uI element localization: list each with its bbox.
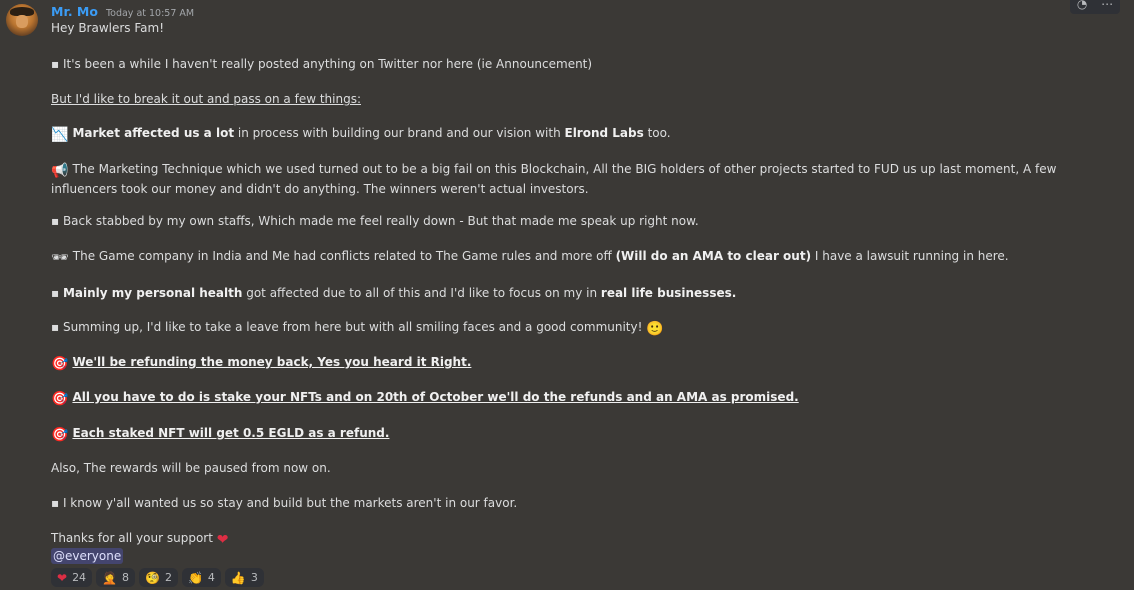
line-12: Also, The rewards will be paused from no…: [51, 461, 331, 475]
line-4-text: The Marketing Technique which we used tu…: [51, 162, 1057, 196]
line-7-text: got affected due to all of this and I'd …: [242, 286, 601, 300]
line-6: 🕶 The Game company in India and Me had co…: [51, 247, 1009, 267]
line-8-text: ▪ Summing up, I'd like to take a leave f…: [51, 320, 643, 334]
everyone-mention[interactable]: @everyone: [51, 548, 124, 564]
sunglasses-icon: 🕶: [51, 250, 69, 266]
reaction-count: 2: [164, 571, 172, 584]
message-header: Mr. Mo Today at 10:57 AM: [51, 4, 194, 20]
line-9-text: We'll be refunding the money back, Yes y…: [72, 355, 472, 369]
line-15: @everyone: [51, 547, 124, 565]
heart-icon: ❤: [216, 532, 229, 548]
reaction-heart[interactable]: ❤ 24: [51, 568, 93, 587]
reaction-facepalm[interactable]: 🤦 8: [96, 568, 136, 587]
line-6-end: I have a lawsuit running in here.: [811, 249, 1009, 263]
line-3-text: in process with building our brand and o…: [234, 126, 565, 140]
monocle-face-icon: 🧐: [145, 570, 160, 585]
line-3: 📉 Market affected us a lot in process wit…: [51, 124, 671, 144]
reaction-count: 3: [250, 571, 258, 584]
add-reaction-icon[interactable]: ◔: [1077, 0, 1087, 11]
smile-icon: 🙂: [646, 321, 664, 337]
line-6-bold: (Will do an AMA to clear out): [615, 249, 812, 263]
line-7-bold-2: real life businesses.: [600, 286, 737, 300]
line-1: ▪ It's been a while I haven't really pos…: [51, 57, 593, 71]
line-11-text: Each staked NFT will get 0.5 EGLD as a r…: [72, 426, 390, 440]
target-icon: 🎯: [51, 391, 69, 407]
reaction-count: 8: [122, 571, 130, 584]
target-icon: 🎯: [51, 356, 69, 372]
reaction-clap[interactable]: 👏 4: [181, 568, 221, 587]
greeting: Hey Brawlers Fam!: [51, 21, 165, 35]
target-icon: 🎯: [51, 427, 69, 443]
reactions-bar: ❤ 24 🤦 8 🧐 2 👏 4 👍 3: [51, 568, 264, 587]
reaction-count: 24: [72, 571, 87, 584]
line-5: ▪ Back stabbed by my own staffs, Which m…: [51, 214, 699, 228]
message: Mr. Mo Today at 10:57 AM ◔ ⋯ Hey Brawler…: [0, 0, 1134, 590]
line-7: ▪ Mainly my personal health got affected…: [51, 284, 736, 302]
clap-icon: 👏: [187, 570, 203, 585]
line-2: But I'd like to break it out and pass on…: [51, 90, 361, 108]
line-3-bold-2: Elrond Labs: [564, 126, 644, 140]
line-10-text: All you have to do is stake your NFTs an…: [72, 390, 799, 404]
line-8: ▪ Summing up, I'd like to take a leave f…: [51, 318, 668, 338]
reaction-count: 4: [207, 571, 215, 584]
reaction-monocle[interactable]: 🧐 2: [139, 568, 178, 587]
facepalm-icon: 🤦: [102, 570, 118, 585]
avatar-face: [16, 15, 28, 28]
line-11: 🎯 Each staked NFT will get 0.5 EGLD as a …: [51, 424, 389, 444]
line-2-text: But I'd like to break it out and pass on…: [51, 92, 361, 106]
line-10: 🎯 All you have to do is stake your NFTs a…: [51, 388, 799, 408]
line-14: Thanks for all your support ❤: [51, 529, 233, 549]
more-options-icon[interactable]: ⋯: [1101, 0, 1113, 11]
line-9: 🎯 We'll be refunding the money back, Yes …: [51, 353, 471, 373]
line-7-prefix: ▪: [51, 286, 63, 300]
author-name[interactable]: Mr. Mo: [51, 4, 98, 19]
line-14-text: Thanks for all your support: [51, 531, 213, 545]
line-3-end: too.: [643, 126, 671, 140]
line-13: ▪ I know y'all wanted us so stay and bui…: [51, 496, 518, 510]
reaction-thumbs-up[interactable]: 👍 3: [224, 568, 264, 587]
line-3-bold-1: Market affected us a lot: [72, 126, 235, 140]
line-4: 📢 The Marketing Technique which we used t…: [51, 160, 1111, 198]
line-7-bold-1: Mainly my personal health: [62, 286, 243, 300]
heart-icon: ❤: [57, 570, 68, 585]
line-6-text: The Game company in India and Me had con…: [72, 249, 616, 263]
message-toolbar: ◔ ⋯: [1070, 0, 1120, 14]
thumbs-up-icon: 👍: [230, 570, 246, 585]
chart-down-icon: 📉: [51, 127, 69, 143]
avatar[interactable]: [6, 4, 38, 36]
timestamp[interactable]: Today at 10:57 AM: [106, 8, 194, 19]
megaphone-icon: 📢: [51, 163, 69, 179]
